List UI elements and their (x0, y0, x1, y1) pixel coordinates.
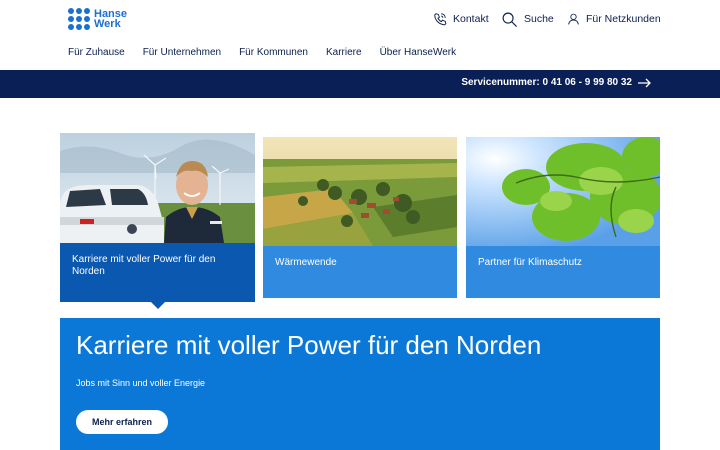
nav-item-kommunen[interactable]: Für Kommunen (239, 47, 308, 58)
teaser-card-klimaschutz[interactable]: Partner für Klimaschutz (466, 137, 660, 298)
hansewerk-logo[interactable]: Hanse Werk (68, 8, 127, 30)
nav-item-zuhause[interactable]: Für Zuhause (68, 47, 125, 58)
service-bar: Servicenummer: 0 41 06 - 9 99 80 32 (0, 70, 720, 98)
logo-wordmark: Hanse Werk (94, 9, 127, 30)
logo-dots-icon (68, 8, 90, 30)
nav-item-karriere[interactable]: Karriere (326, 47, 362, 58)
kontakt-label: Kontakt (453, 13, 489, 25)
hero-title: Karriere mit voller Power für den Norden (76, 330, 542, 360)
karriere-image (60, 133, 255, 243)
karriere-caption: Karriere mit voller Power für den Norden (60, 243, 255, 302)
hero-subtitle: Jobs mit Sinn und voller Energie (76, 378, 206, 388)
suche-label: Suche (524, 13, 554, 25)
teaser-card-karriere[interactable]: Karriere mit voller Power für den Norden (60, 133, 255, 309)
mehr-erfahren-button[interactable]: Mehr erfahren (76, 410, 168, 434)
nav-item-ueber-hansewerk[interactable]: Über HanseWerk (380, 47, 457, 58)
waermewende-image (263, 137, 457, 246)
suche-link[interactable]: Suche (501, 10, 554, 28)
teaser-cards: Karriere mit voller Power für den Norden (60, 133, 660, 309)
klimaschutz-image (466, 137, 660, 246)
nav-item-unternehmen[interactable]: Für Unternehmen (143, 47, 221, 58)
netzkunden-label: Für Netzkunden (586, 13, 661, 25)
main-nav: Für Zuhause Für Unternehmen Für Kommunen… (68, 47, 456, 58)
user-icon (568, 13, 579, 25)
arrow-right-icon (638, 78, 651, 87)
phone-icon (434, 13, 447, 26)
logo-line2: Werk (94, 18, 121, 30)
teaser-card-waermewende[interactable]: Wärmewende (263, 137, 457, 298)
service-number: Servicenummer: 0 41 06 - 9 99 80 32 (461, 77, 632, 88)
service-number-link[interactable]: Servicenummer: 0 41 06 - 9 99 80 32 (461, 77, 652, 88)
top-header: Hanse Werk Kontakt Suche Für Netzkunden … (0, 0, 720, 70)
waermewende-caption: Wärmewende (263, 246, 457, 298)
kontakt-link[interactable]: Kontakt (433, 10, 489, 28)
netzkunden-link[interactable]: Für Netzkunden (567, 10, 661, 28)
klimaschutz-caption: Partner für Klimaschutz (466, 246, 660, 298)
hero-banner: Karriere mit voller Power für den Norden… (60, 318, 660, 450)
active-pointer-icon (151, 302, 165, 309)
search-icon (502, 12, 517, 27)
